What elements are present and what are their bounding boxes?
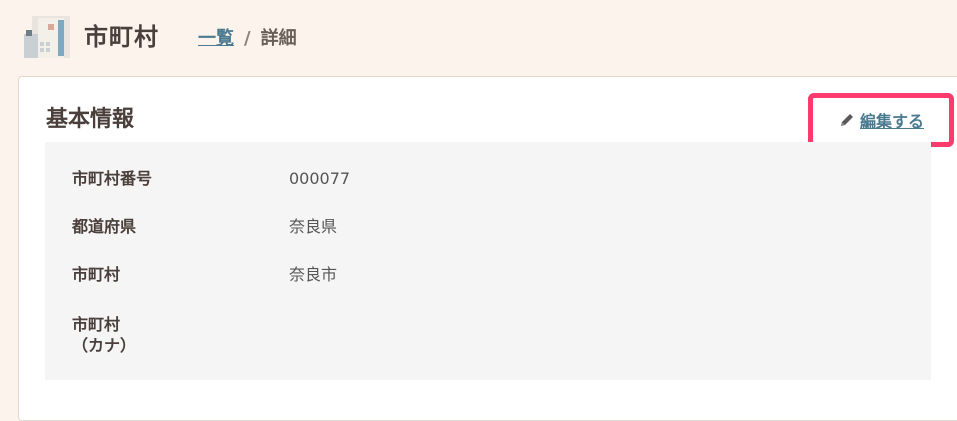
- breadcrumb-list-link[interactable]: 一覧: [198, 28, 234, 49]
- edit-button[interactable]: 編集する: [808, 93, 954, 147]
- breadcrumb-separator: /: [244, 28, 251, 49]
- page-header: 市町村 一覧 / 詳細: [0, 0, 957, 76]
- edit-button-label: 編集する: [859, 112, 924, 131]
- city-building-icon: [24, 16, 70, 58]
- field-label: 市町村 （カナ）: [72, 314, 252, 356]
- detail-card: 基本情報 編集する 市町村番号 000077 都道府県 奈良県 市町村 奈良市 …: [18, 76, 957, 421]
- field-label: 市町村番号: [72, 169, 153, 188]
- field-label: 都道府県: [72, 217, 137, 236]
- field-label-line: （カナ）: [72, 336, 137, 355]
- breadcrumb: 一覧 / 詳細: [198, 24, 297, 50]
- field-label-line: 市町村: [72, 315, 121, 334]
- field-value: 奈良県: [289, 217, 338, 236]
- field-value: 000077: [289, 169, 351, 188]
- field-label: 市町村: [72, 265, 121, 284]
- field-value: 奈良市: [289, 265, 338, 284]
- page-title: 市町村: [84, 23, 159, 51]
- pencil-icon: [840, 114, 853, 126]
- info-panel: 市町村番号 000077 都道府県 奈良県 市町村 奈良市 市町村 （カナ）: [45, 142, 931, 380]
- section-title: 基本情報: [46, 107, 135, 132]
- breadcrumb-current: 詳細: [260, 28, 297, 49]
